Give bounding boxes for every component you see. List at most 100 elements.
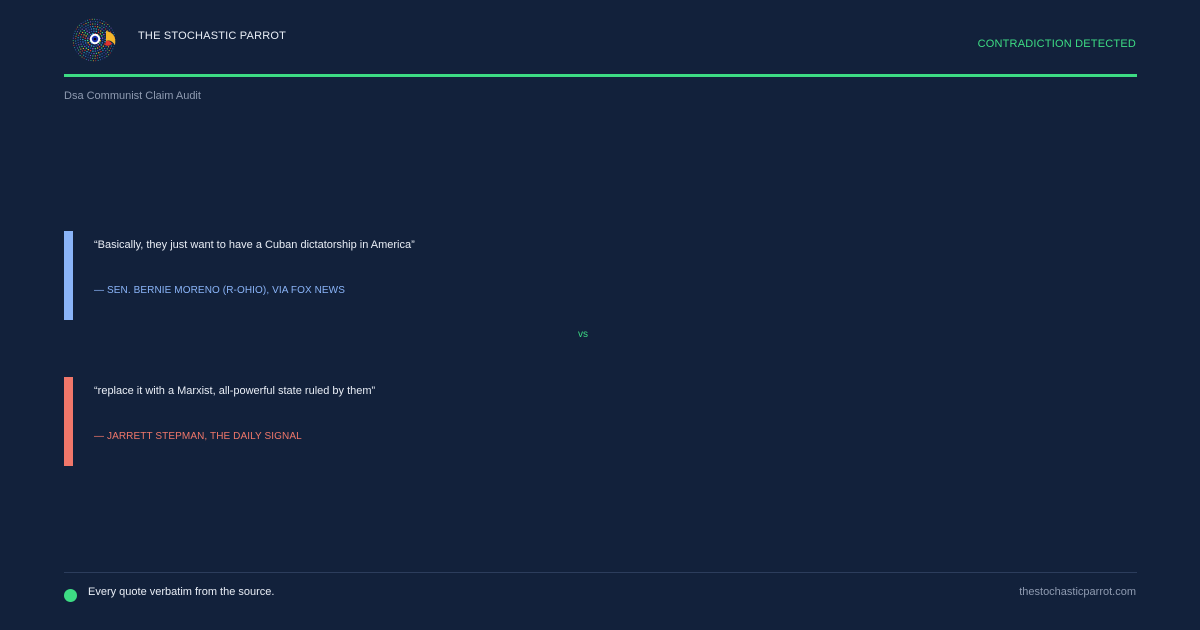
logo-dot [87,46,90,48]
logo-dot [99,33,102,35]
logo-dot [103,33,105,36]
logo-dot [99,56,101,59]
logo-dot [88,52,90,54]
logo-dot [90,30,93,33]
logo-dot [75,35,77,37]
logo-dot [80,23,82,25]
logo-dot [96,57,98,59]
logo-dot [81,45,83,48]
logo-dot [87,19,88,21]
logo-dot [82,38,84,41]
logo-dot [80,48,82,50]
logo-dot [94,55,96,57]
logo-dot [73,44,75,46]
logo-dot [83,24,85,26]
logo-dot [100,51,102,53]
logo-dot [78,49,80,51]
logo-dot [92,21,94,23]
logo-dot [101,31,104,34]
header-divider [64,74,1137,77]
logo-dot [75,28,77,30]
logo-dot [95,45,97,47]
logo-dot [94,50,97,52]
logo-dot [107,24,109,25]
quote-text: “replace it with a Marxist, all-powerful… [94,385,376,397]
logo-dot [110,45,112,47]
logo-dot [101,25,103,27]
logo-dot [89,23,91,26]
logo-dot [108,54,110,56]
logo-dot [87,27,89,29]
logo-dot [89,57,91,59]
logo-dot [77,37,79,39]
logo-dot [95,52,98,55]
logo-dot [92,60,94,62]
logo-dot [84,37,87,40]
brand-name: THE STOCHASTIC PARROT [138,30,287,42]
logo-dot [85,28,87,30]
logo-dot [91,18,93,20]
logo-dot [76,47,78,49]
logo-dot [89,33,92,36]
vs-separator: vs [578,329,588,340]
logo-dot [74,30,76,32]
logo-dot [78,34,80,36]
logo-dot [100,59,101,61]
logo-dot [87,22,89,24]
logo-dot [105,50,107,52]
logo-dot [105,53,107,55]
logo-dot [87,48,90,51]
logo-dot [101,56,103,58]
logo-dot [104,41,106,43]
logo-dot [101,20,103,22]
logo-dot [103,24,105,26]
footer-note: Every quote verbatim from the source. [88,586,275,598]
logo-dot [92,50,94,52]
logo-dot [94,21,96,23]
logo-dot [112,48,114,50]
logo-dot [88,31,91,34]
logo-dot [82,21,84,23]
logo-dot [97,29,100,31]
logo-dot [104,38,106,40]
logo-dot [73,35,75,37]
logo-dot [99,22,101,24]
logo-dot [104,57,106,59]
logo-dot [93,52,95,55]
logo-dot [88,35,90,37]
logo-dot [76,45,78,47]
logo-dot [101,37,104,39]
logo-dot [94,25,96,28]
logo-dot [79,55,81,56]
logo-dot [89,47,92,49]
logo-dot [87,41,89,44]
logo-dot [101,23,103,25]
logo-dot [105,28,107,30]
logo-dot [93,28,95,30]
logo-dot [77,39,79,41]
logo-dot [84,20,86,22]
logo-dot [96,47,99,49]
logo-dot [113,46,115,48]
logo-dot [82,41,84,43]
logo-dot [99,54,101,56]
logo-dot [94,47,97,50]
logo-dot [77,31,79,33]
logo-dot [104,36,106,38]
logo-dot [101,42,104,44]
logo-dot [90,45,93,47]
quote-attribution: — JARRETT STEPMAN, THE DAILY SIGNAL [94,431,302,442]
logo-dot [108,49,110,51]
logo-dot [94,57,96,59]
logo-dot [89,26,92,28]
logo-dot [98,46,101,48]
logo-dot [83,26,85,29]
logo-dot [97,31,100,34]
quote-card-2: “replace it with a Marxist, all-powerful… [64,377,604,466]
logo-dot [81,25,83,27]
logo-dot [84,45,86,48]
logo-dot [77,41,79,44]
logo-dot [108,29,110,31]
site-link[interactable]: thestochasticparrot.com [1019,586,1136,598]
logo-dot [97,21,99,23]
